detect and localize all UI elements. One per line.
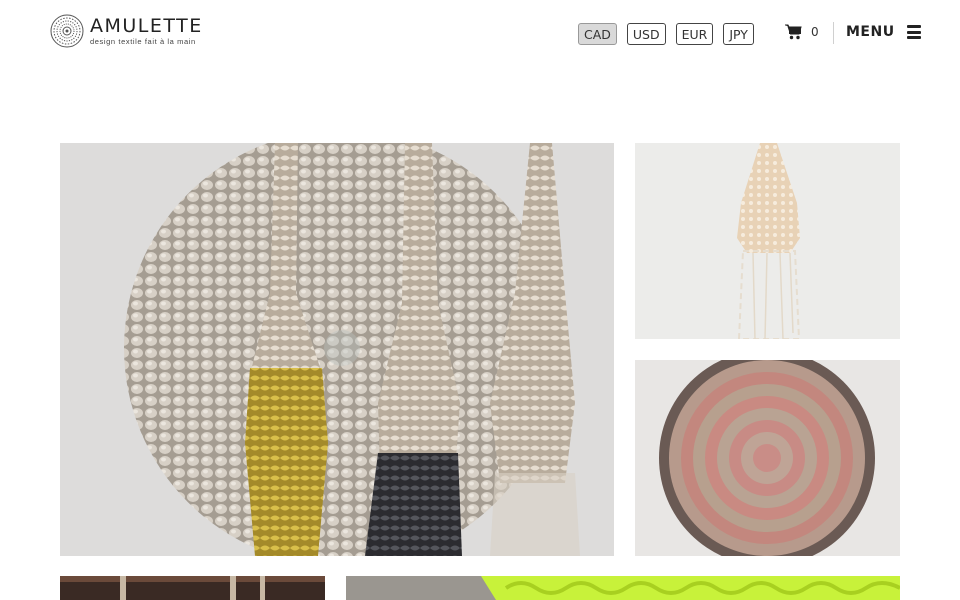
cart-icon xyxy=(785,24,802,40)
currency-jpy-button[interactable]: JPY xyxy=(723,23,754,45)
gallery-item-pink-rug[interactable] xyxy=(635,360,900,556)
site-header: AMULETTE design textile fait à la main C… xyxy=(0,0,960,70)
brand-tagline: design textile fait à la main xyxy=(90,36,196,46)
logo-text: AMULETTE design textile fait à la main xyxy=(90,14,203,46)
cart-link[interactable]: 0 xyxy=(785,24,819,40)
hamburger-icon xyxy=(906,25,921,39)
gallery-image xyxy=(635,360,900,556)
gallery-image xyxy=(346,576,900,600)
currency-eur-button[interactable]: EUR xyxy=(675,23,714,45)
menu-label: MENU xyxy=(846,24,895,40)
currency-usd-button[interactable]: USD xyxy=(626,23,666,45)
brand-name: AMULETTE xyxy=(90,14,203,37)
menu-button[interactable]: MENU xyxy=(846,24,921,40)
currency-cad-button[interactable]: CAD xyxy=(578,23,617,45)
cart-count: 0 xyxy=(811,25,819,39)
logo-mark-icon xyxy=(50,14,84,48)
gallery-image xyxy=(60,576,325,600)
header-divider xyxy=(833,22,834,44)
gallery-image xyxy=(635,143,900,339)
currency-switcher: CAD USD EUR JPY xyxy=(578,23,764,45)
logo-link[interactable]: AMULETTE design textile fait à la main xyxy=(50,14,203,48)
gallery-item-pendant-lamp[interactable] xyxy=(635,143,900,339)
gallery-item-neon-knit[interactable] xyxy=(346,576,900,600)
gallery-item-hanging-pieces[interactable] xyxy=(60,576,325,600)
gallery-item-wall-hangings[interactable] xyxy=(60,143,614,556)
gallery-image xyxy=(60,143,614,556)
